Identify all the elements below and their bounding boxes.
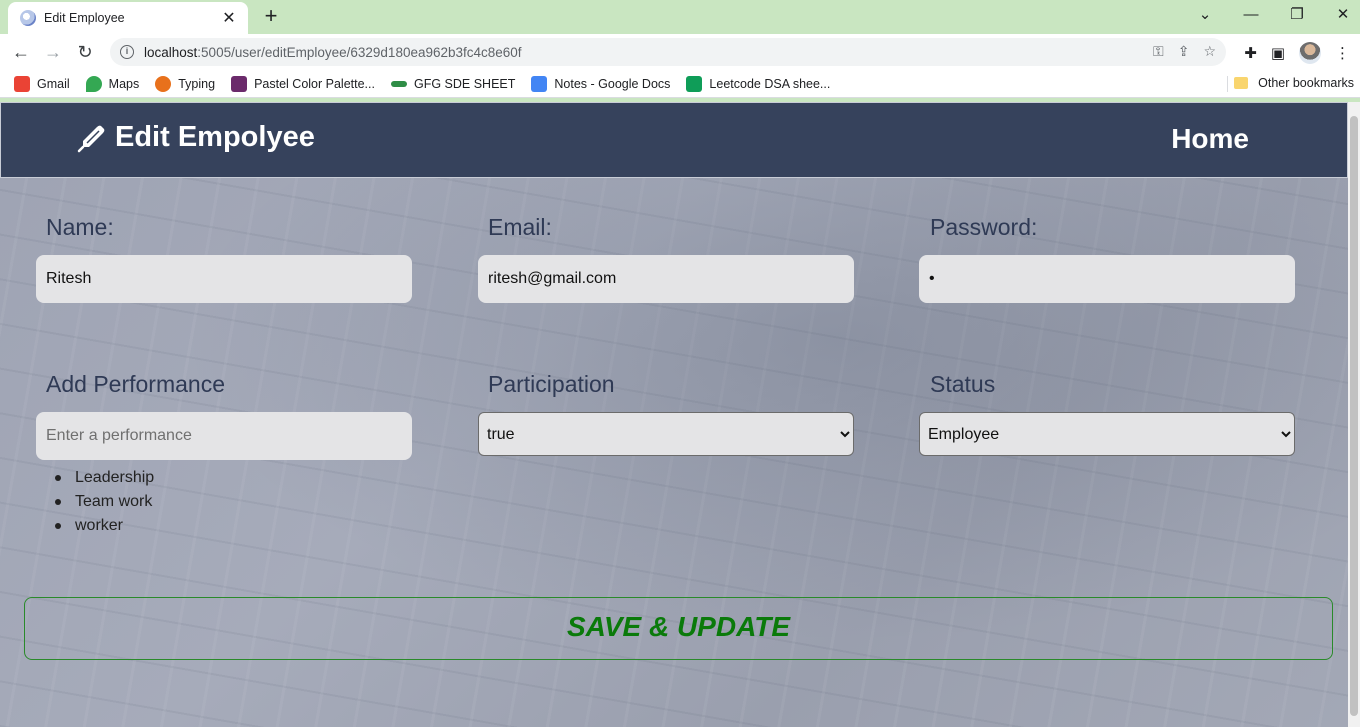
bookmark-maps[interactable]: Maps <box>85 75 139 92</box>
email-label: Email: <box>488 214 552 240</box>
forward-icon[interactable]: → <box>40 40 66 64</box>
browser-toolbar: ← → ↻ i localhost:5005/user/editEmployee… <box>0 34 1360 70</box>
performance-list: Leadership Team work worker <box>54 466 154 538</box>
side-panel-icon[interactable]: ▣ <box>1271 44 1285 62</box>
performance-label: Add Performance <box>46 371 225 397</box>
name-input[interactable] <box>36 255 412 303</box>
star-icon[interactable]: ☆ <box>1203 43 1216 60</box>
minimize-button[interactable]: — <box>1236 4 1266 26</box>
list-item: Team work <box>54 490 154 514</box>
maps-icon <box>85 75 102 92</box>
status-label: Status <box>930 371 996 397</box>
navbar-brand[interactable]: Edit Empolyee <box>77 121 315 154</box>
folder-icon <box>1234 77 1249 89</box>
app-navbar: Edit Empolyee Home <box>0 102 1348 178</box>
share-icon[interactable]: ⇪ <box>1178 43 1190 60</box>
profile-avatar[interactable] <box>1299 42 1321 64</box>
bookmark-leetcode[interactable]: Leetcode DSA shee... <box>686 75 830 92</box>
gmail-icon <box>14 75 30 92</box>
menu-icon[interactable]: ⋮ <box>1335 44 1350 62</box>
close-window-button[interactable]: ✕ <box>1328 4 1358 26</box>
password-label: Password: <box>930 214 1038 240</box>
key-icon[interactable]: ⚿ <box>1153 43 1164 60</box>
scrollbar-thumb[interactable] <box>1350 116 1358 716</box>
sheets-icon <box>686 75 703 92</box>
palette-icon <box>231 75 248 92</box>
save-update-button[interactable]: SAVE & UPDATE <box>24 597 1333 660</box>
bookmarks-bar: Gmail Maps Typing Pastel Color Palette..… <box>0 70 1360 98</box>
tab-title: Edit Employee <box>44 11 125 25</box>
page-content: Edit Empolyee Home Name: Email: Password… <box>0 102 1348 727</box>
status-select[interactable]: Employee <box>919 412 1295 456</box>
extensions-icon[interactable]: ✚ <box>1244 44 1257 62</box>
tab-search-icon[interactable]: ⌄ <box>1190 4 1220 26</box>
new-tab-button[interactable]: + <box>258 4 284 30</box>
restore-button[interactable]: ❐ <box>1282 4 1312 26</box>
favicon-icon <box>20 10 36 26</box>
list-item: worker <box>54 514 154 538</box>
performance-input[interactable] <box>36 412 412 460</box>
browser-tab[interactable]: Edit Employee ✕ <box>8 2 248 34</box>
participation-label: Participation <box>488 371 615 397</box>
docs-icon <box>531 75 548 92</box>
brand-title: Edit Empolyee <box>115 121 315 153</box>
tab-strip: Edit Employee ✕ + ⌄ — ❐ ✕ <box>0 0 1360 34</box>
bookmark-gmail[interactable]: Gmail <box>14 75 70 92</box>
password-input[interactable] <box>919 255 1295 303</box>
page-scrollbar[interactable] <box>1348 102 1360 727</box>
typing-icon <box>155 75 172 92</box>
address-bar[interactable]: i localhost:5005/user/editEmployee/6329d… <box>110 38 1226 66</box>
site-info-icon[interactable]: i <box>120 45 134 59</box>
bookmark-gfg[interactable]: GFG SDE SHEET <box>390 77 515 91</box>
other-bookmarks[interactable]: Other bookmarks <box>1234 76 1354 90</box>
bookmark-typing[interactable]: Typing <box>155 75 215 92</box>
back-icon[interactable]: ← <box>8 40 34 64</box>
bookmark-notes[interactable]: Notes - Google Docs <box>531 75 670 92</box>
url-host: localhost <box>144 44 198 60</box>
participation-select[interactable]: true <box>478 412 854 456</box>
bookmark-pastel[interactable]: Pastel Color Palette... <box>231 75 375 92</box>
list-item: Leadership <box>54 466 154 490</box>
email-input[interactable] <box>478 255 854 303</box>
reload-icon[interactable]: ↻ <box>72 40 98 64</box>
name-label: Name: <box>46 214 114 240</box>
url-path: :5005/user/editEmployee/6329d180ea962b3f… <box>197 44 522 60</box>
close-tab-icon[interactable]: ✕ <box>220 8 238 28</box>
bookmarks-divider <box>1227 76 1228 92</box>
pen-icon <box>77 125 105 152</box>
gfg-icon <box>390 80 407 87</box>
home-link[interactable]: Home <box>1171 123 1249 155</box>
